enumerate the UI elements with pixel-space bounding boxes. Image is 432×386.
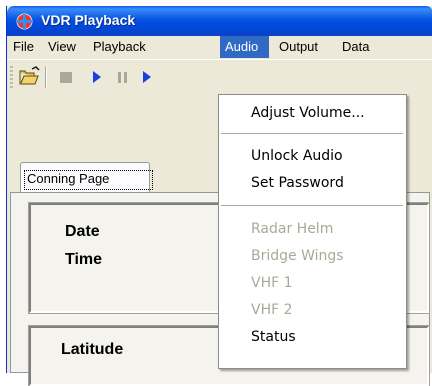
audio-menu-dropdown: Adjust Volume... Unlock Audio Set Passwo… (218, 94, 407, 369)
menu-separator (221, 205, 403, 206)
app-icon (16, 13, 33, 30)
title-bar[interactable]: VDR Playback (7, 6, 432, 36)
tab-focus-rect (24, 170, 153, 190)
menu-output[interactable]: Output (274, 36, 323, 58)
menu-item-adjust-volume[interactable]: Adjust Volume... (251, 105, 365, 121)
menu-item-status[interactable]: Status (251, 329, 296, 345)
menu-item-vhf-2: VHF 2 (251, 302, 293, 318)
toolbar (7, 59, 432, 94)
menu-bar: File View Playback Audio Output Data (7, 36, 432, 58)
menu-item-unlock-audio[interactable]: Unlock Audio (251, 148, 343, 164)
date-label: Date (65, 223, 100, 240)
pause-icon[interactable] (112, 66, 134, 88)
stop-icon[interactable] (55, 66, 77, 88)
toolbar-separator (45, 66, 47, 88)
window-title: VDR Playback (41, 12, 136, 28)
toolbar-grip[interactable] (10, 66, 13, 88)
latitude-label: Latitude (61, 341, 124, 358)
play-icon[interactable] (135, 66, 157, 88)
play-icon[interactable] (85, 66, 107, 88)
menu-file[interactable]: File (8, 36, 39, 58)
menu-separator (221, 133, 403, 134)
open-folder-icon[interactable] (18, 66, 40, 88)
menu-item-radar-helm: Radar Helm (251, 221, 334, 237)
menu-item-bridge-wings: Bridge Wings (251, 248, 344, 264)
menu-item-set-password[interactable]: Set Password (251, 175, 344, 191)
tab-conning-page[interactable]: Conning Page (20, 162, 153, 196)
time-label: Time (65, 251, 103, 268)
menu-audio[interactable]: Audio (220, 36, 269, 58)
menu-view[interactable]: View (43, 36, 81, 58)
menu-playback[interactable]: Playback (88, 36, 151, 58)
menu-data[interactable]: Data (337, 36, 374, 58)
menu-item-vhf-1: VHF 1 (251, 275, 293, 291)
